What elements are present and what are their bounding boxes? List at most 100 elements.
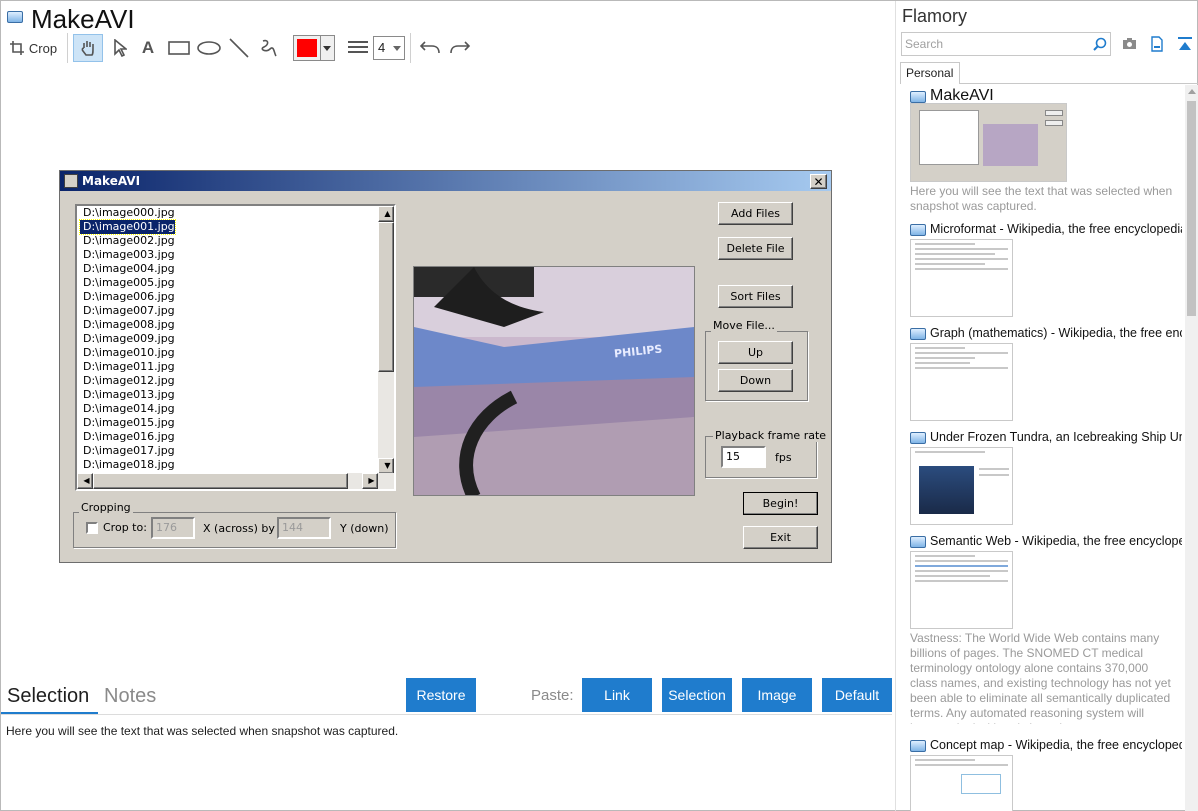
- rectangle-tool-button[interactable]: [165, 34, 193, 62]
- file-list-item: D:\image013.jpg: [83, 388, 175, 401]
- search-input[interactable]: Search: [901, 32, 1111, 56]
- down-button: Down: [718, 369, 793, 392]
- file-list: D:\image000.jpg D:\image001.jpg D:\image00…: [75, 204, 396, 491]
- snapshots-scrollbar[interactable]: [1185, 85, 1198, 811]
- document-icon[interactable]: [1151, 36, 1163, 52]
- line-width-icon: [344, 34, 372, 62]
- ellipse-tool-button[interactable]: [195, 34, 223, 62]
- snapshot-list: MakeAVI Here you will see the text that …: [909, 87, 1183, 811]
- fps-label: fps: [775, 451, 792, 464]
- hand-icon: [81, 41, 94, 56]
- move-file-label: Move File...: [711, 319, 777, 332]
- hand-tool-button[interactable]: [73, 34, 103, 62]
- file-list-item: D:\image001.jpg: [79, 219, 176, 235]
- undo-button[interactable]: [417, 34, 443, 62]
- crop-to-label: Crop to:: [103, 521, 147, 534]
- tab-personal[interactable]: Personal: [900, 62, 960, 84]
- horizontal-scrollbar: ◀ ▶: [77, 473, 394, 489]
- freehand-tool-button[interactable]: [255, 34, 283, 62]
- preview-photo: PHILIPS: [413, 266, 695, 496]
- snapshot-thumbnail: [910, 239, 1013, 317]
- paste-label: Paste:: [531, 687, 574, 704]
- file-list-item: D:\image005.jpg: [83, 276, 175, 289]
- cropping-label: Cropping: [79, 501, 133, 514]
- file-list-item: D:\image010.jpg: [83, 346, 175, 359]
- file-list-item: D:\image012.jpg: [83, 374, 175, 387]
- file-list-item: D:\image014.jpg: [83, 402, 175, 415]
- exit-button: Exit: [743, 526, 818, 549]
- across-label: X (across) by: [203, 522, 275, 535]
- snapshot-title: Under Frozen Tundra, an Icebreaking Ship…: [930, 430, 1182, 444]
- crop-button[interactable]: Crop: [7, 34, 59, 62]
- snapshot-image[interactable]: MakeAVI ✕ D:\image000.jpg D:\image001.jpg…: [59, 170, 832, 563]
- file-list-item: D:\image017.jpg: [83, 444, 175, 457]
- snapshot-thumbnail: [910, 755, 1013, 811]
- snapshot-description: Here you will see the text that was sele…: [910, 184, 1173, 213]
- snapshot-thumbnail: [910, 103, 1067, 182]
- chevron-down-icon: [323, 46, 331, 51]
- snapshot-thumbnail: [910, 551, 1013, 629]
- file-list-item: D:\image015.jpg: [83, 416, 175, 429]
- text-tool-button[interactable]: A: [135, 34, 161, 62]
- color-picker[interactable]: [293, 35, 335, 61]
- line-width-value: 4: [378, 40, 386, 55]
- file-list-item: D:\image007.jpg: [83, 304, 175, 317]
- snapshot-title: Semantic Web - Wikipedia, the free encyc…: [930, 534, 1182, 548]
- tab-selection[interactable]: Selection: [7, 685, 89, 708]
- line-icon: [229, 38, 249, 58]
- redo-icon: [450, 41, 471, 54]
- ellipse-icon: [197, 41, 221, 55]
- paste-image-button[interactable]: Image: [742, 678, 812, 712]
- sort-files-button: Sort Files: [718, 285, 793, 308]
- panel-divider: [895, 1, 896, 811]
- search-icon: [1093, 37, 1107, 51]
- search-placeholder: Search: [905, 37, 944, 51]
- delete-file-button: Delete File: [718, 237, 793, 260]
- file-list-item: D:\image009.jpg: [83, 332, 175, 345]
- paste-selection-button[interactable]: Selection: [662, 678, 732, 712]
- file-list-item: D:\image018.jpg: [83, 458, 175, 471]
- close-icon: ✕: [810, 174, 827, 189]
- selection-text: Here you will see the text that was sele…: [6, 724, 399, 738]
- paste-default-button[interactable]: Default: [822, 678, 892, 712]
- file-list-item: D:\image003.jpg: [83, 248, 175, 261]
- playback-label: Playback frame rate: [713, 429, 829, 442]
- crop-height-field: 144: [277, 517, 331, 539]
- color-swatch: [297, 39, 317, 57]
- paste-link-button[interactable]: Link: [582, 678, 652, 712]
- file-list-item: D:\image011.jpg: [83, 360, 175, 373]
- begin-button: Begin!: [743, 492, 818, 515]
- restore-button[interactable]: Restore: [406, 678, 476, 712]
- film-icon: [64, 174, 78, 188]
- pointer-icon: [114, 39, 127, 57]
- line-tool-button[interactable]: [225, 34, 253, 62]
- chevron-down-icon: [393, 46, 401, 51]
- crop-checkbox: [86, 522, 98, 534]
- collapse-icon[interactable]: [1177, 36, 1193, 52]
- crop-width-field: 176: [151, 517, 195, 539]
- divider: [1, 714, 892, 715]
- file-list-item: D:\image008.jpg: [83, 318, 175, 331]
- frame-rate-field: 15: [721, 446, 766, 468]
- camera-icon[interactable]: [1122, 37, 1137, 50]
- vertical-scrollbar: ▲ ▼: [378, 206, 394, 474]
- add-files-button: Add Files: [718, 202, 793, 225]
- app-name: Flamory: [902, 6, 968, 26]
- text-icon: A: [141, 38, 155, 57]
- redo-button[interactable]: [447, 34, 473, 62]
- rectangle-icon: [168, 41, 190, 55]
- tab-notes[interactable]: Notes: [104, 685, 156, 708]
- crop-label: Crop: [28, 40, 58, 56]
- undo-icon: [419, 41, 440, 54]
- line-width-select[interactable]: 4: [373, 36, 405, 60]
- snapshot-thumbnail: [910, 447, 1013, 525]
- select-tool-button[interactable]: [107, 34, 133, 62]
- snapshot-title-bar: MakeAVI: [60, 171, 831, 191]
- freehand-icon: [261, 39, 277, 57]
- snapshot-title: Microformat - Wikipedia, the free encycl…: [930, 222, 1182, 236]
- file-list-item: D:\image016.jpg: [83, 430, 175, 443]
- crop-icon: [9, 41, 24, 55]
- snapshot-thumbnail: [910, 343, 1013, 421]
- app-icon: [7, 11, 23, 23]
- snapshot-title: Graph (mathematics) - Wikipedia, the fre…: [930, 326, 1182, 340]
